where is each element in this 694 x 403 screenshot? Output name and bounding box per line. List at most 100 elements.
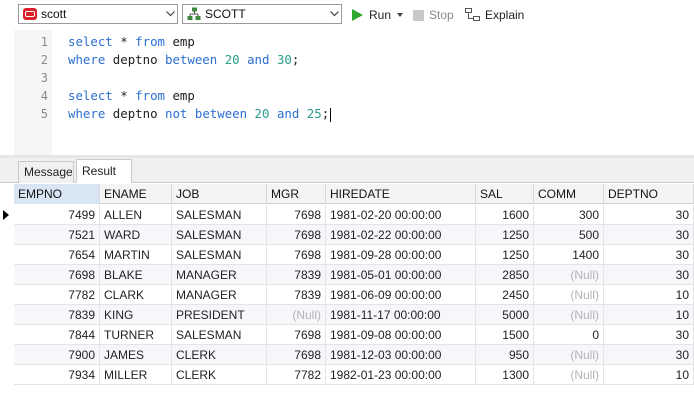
cell-comm[interactable]: 500 [534,225,604,245]
cell-job[interactable]: MANAGER [172,285,267,305]
cell-sal[interactable]: 1250 [476,245,534,265]
cell-comm[interactable]: (Null) [534,365,604,385]
cell-hiredate[interactable]: 1981-09-28 00:00:00 [326,245,476,265]
cell-ename[interactable]: MILLER [100,365,172,385]
cell-hiredate[interactable]: 1981-09-08 00:00:00 [326,325,476,345]
cell-mgr[interactable]: 7698 [267,205,326,225]
explain-button[interactable]: Explain [465,6,524,24]
cell-empno[interactable]: 7934 [14,365,100,385]
cell-ename[interactable]: MARTIN [100,245,172,265]
table-row[interactable]: 7900 JAMES CLERK 7698 1981-12-03 00:00:00 950… [14,345,694,365]
cell-hiredate[interactable]: 1981-06-09 00:00:00 [326,285,476,305]
cell-sal[interactable]: 2450 [476,285,534,305]
result-grid[interactable]: EMPNO ENAME JOB MGR HIREDATE SAL COMM DEPTNO 74… [3,184,694,403]
table-row[interactable]: 7521 WARD SALESMAN 7698 1981-02-22 00:00:00 1… [14,225,694,245]
column-header-sal[interactable]: SAL [476,184,534,204]
code-token: ; [291,52,300,67]
cell-empno[interactable]: 7521 [14,225,100,245]
tab-message[interactable]: Message [18,161,74,183]
column-header-hiredate[interactable]: HIREDATE [326,184,476,204]
cell-comm[interactable]: 0 [534,325,604,345]
cell-deptno[interactable]: 30 [604,325,694,345]
column-header-deptno[interactable]: DEPTNO [604,184,694,204]
cell-hiredate[interactable]: 1981-12-03 00:00:00 [326,345,476,365]
cell-mgr[interactable]: 7782 [267,365,326,385]
cell-empno[interactable]: 7782 [14,285,100,305]
table-row[interactable]: 7934 MILLER CLERK 7782 1982-01-23 00:00:00 13… [14,365,694,385]
cell-job[interactable]: MANAGER [172,265,267,285]
cell-hiredate[interactable]: 1981-02-22 00:00:00 [326,225,476,245]
cell-hiredate[interactable]: 1981-02-20 00:00:00 [326,205,476,225]
cell-ename[interactable]: BLAKE [100,265,172,285]
column-header-comm[interactable]: COMM [534,184,604,204]
cell-hiredate[interactable]: 1982-01-23 00:00:00 [326,365,476,385]
cell-deptno[interactable]: 30 [604,245,694,265]
cell-ename[interactable]: TURNER [100,325,172,345]
cell-empno[interactable]: 7900 [14,345,100,365]
cell-mgr[interactable]: 7839 [267,265,326,285]
cell-sal[interactable]: 2850 [476,265,534,285]
cell-empno[interactable]: 7844 [14,325,100,345]
cell-deptno[interactable]: 10 [604,305,694,325]
cell-deptno[interactable]: 30 [604,205,694,225]
table-row[interactable]: 7698 BLAKE MANAGER 7839 1981-05-01 00:00:00 2… [14,265,694,285]
stop-button[interactable]: Stop [413,6,454,24]
cell-job[interactable]: SALESMAN [172,245,267,265]
cell-empno[interactable]: 7698 [14,265,100,285]
cell-deptno[interactable]: 10 [604,285,694,305]
cell-sal[interactable]: 950 [476,345,534,365]
column-header-empno[interactable]: EMPNO [14,184,100,204]
schema-select[interactable]: SCOTT [182,4,342,24]
cell-job[interactable]: SALESMAN [172,225,267,245]
table-row[interactable]: 7654 MARTIN SALESMAN 7698 1981-09-28 00:00:0… [14,245,694,265]
column-header-job[interactable]: JOB [172,184,267,204]
cell-empno[interactable]: 7839 [14,305,100,325]
cell-mgr[interactable]: 7698 [267,245,326,265]
cell-job[interactable]: PRESIDENT [172,305,267,325]
cell-sal[interactable]: 5000 [476,305,534,325]
cell-empno[interactable]: 7499 [14,205,100,225]
cell-comm[interactable]: 1400 [534,245,604,265]
cell-comm[interactable]: (Null) [534,265,604,285]
cell-ename[interactable]: JAMES [100,345,172,365]
cell-job[interactable]: SALESMAN [172,325,267,345]
cell-comm[interactable]: (Null) [534,305,604,325]
cell-sal[interactable]: 1500 [476,325,534,345]
cell-mgr[interactable]: 7698 [267,325,326,345]
cell-comm[interactable]: 300 [534,205,604,225]
cell-ename[interactable]: KING [100,305,172,325]
cell-comm[interactable]: (Null) [534,285,604,305]
cell-empno[interactable]: 7654 [14,245,100,265]
column-header-mgr[interactable]: MGR [267,184,326,204]
cell-deptno[interactable]: 10 [604,365,694,385]
cell-ename[interactable]: WARD [100,225,172,245]
cell-sal[interactable]: 1600 [476,205,534,225]
cell-job[interactable]: CLERK [172,365,267,385]
cell-mgr[interactable]: 7698 [267,225,326,245]
sql-editor[interactable]: 1 select * from emp 2 where deptno between … [0,30,694,155]
table-row[interactable]: 7782 CLARK MANAGER 7839 1981-06-09 00:00:00 2… [14,285,694,305]
connection-select[interactable]: scott [18,4,178,24]
table-row[interactable]: 7839 KING PRESIDENT (Null) 1981-11-17 00:00:… [14,305,694,325]
cell-ename[interactable]: ALLEN [100,205,172,225]
column-header-ename[interactable]: ENAME [100,184,172,204]
cell-comm[interactable]: (Null) [534,345,604,365]
tab-result-1[interactable]: Result 1 [76,159,132,200]
cell-mgr[interactable]: (Null) [267,305,326,325]
cell-deptno[interactable]: 30 [604,265,694,285]
cell-hiredate[interactable]: 1981-05-01 00:00:00 [326,265,476,285]
cell-deptno[interactable]: 30 [604,225,694,245]
cell-hiredate[interactable]: 1981-11-17 00:00:00 [326,305,476,325]
cell-mgr[interactable]: 7839 [267,285,326,305]
table-row[interactable]: 7499 ALLEN SALESMAN 7698 1981-02-20 00:00:00… [3,205,694,225]
table-row[interactable]: 7844 TURNER SALESMAN 7698 1981-09-08 00:00:0… [14,325,694,345]
cell-job[interactable]: SALESMAN [172,205,267,225]
run-button[interactable]: Run [352,6,404,24]
cell-ename[interactable]: CLARK [100,285,172,305]
cell-mgr[interactable]: 7698 [267,345,326,365]
cell-job[interactable]: CLERK [172,345,267,365]
cell-sal[interactable]: 1250 [476,225,534,245]
cell-deptno[interactable]: 30 [604,345,694,365]
cell-sal[interactable]: 1300 [476,365,534,385]
run-dropdown-icon[interactable] [397,13,404,17]
